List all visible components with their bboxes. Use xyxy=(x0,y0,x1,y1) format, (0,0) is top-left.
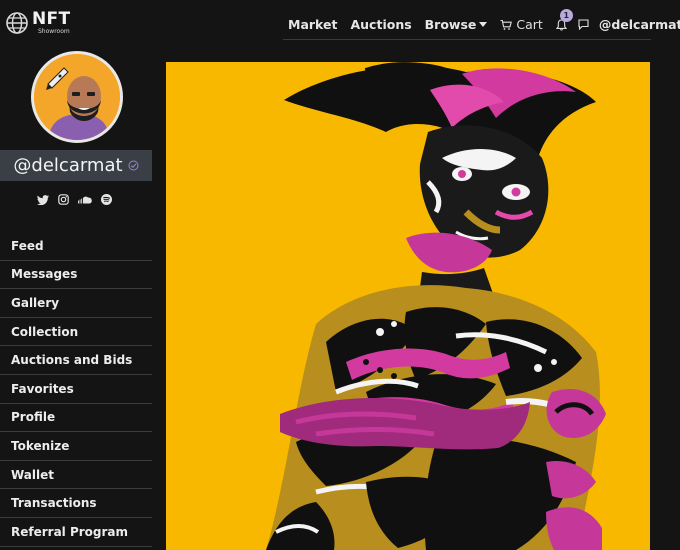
sidebar-menu: Feed Messages Gallery Collection Auction… xyxy=(0,232,152,547)
sidebar-item-tokenize[interactable]: Tokenize xyxy=(0,432,152,461)
user-menu-dropdown[interactable]: @delcarmat xyxy=(599,17,680,32)
brand-logo[interactable]: NFT Showroom xyxy=(6,11,70,35)
spotify-icon[interactable] xyxy=(101,194,112,205)
featured-artwork[interactable] xyxy=(166,62,650,550)
brand-title: NFT xyxy=(32,9,71,29)
notifications-button[interactable]: 1 xyxy=(555,8,573,31)
profile-username: @delcarmat xyxy=(13,155,123,176)
globe-logo-icon xyxy=(6,12,28,34)
instagram-icon[interactable] xyxy=(58,194,69,205)
chevron-down-icon xyxy=(479,22,488,27)
profile-username-bar: @delcarmat xyxy=(0,150,152,181)
nav-auctions-link[interactable]: Auctions xyxy=(350,17,411,32)
user-menu-label: @delcarmat xyxy=(598,17,680,32)
brand-subtitle: Showroom xyxy=(38,28,70,35)
soundcloud-icon[interactable] xyxy=(78,196,92,204)
sidebar-item-referral-program[interactable]: Referral Program xyxy=(0,518,152,547)
verified-check-icon xyxy=(128,160,139,171)
nav-browse-label: Browse xyxy=(424,17,477,32)
sidebar-item-transactions[interactable]: Transactions xyxy=(0,489,152,518)
nav-cart-link[interactable]: Cart xyxy=(500,17,543,32)
cart-icon xyxy=(500,19,513,30)
avatar-illustration xyxy=(34,54,120,140)
nav-cart-label: Cart xyxy=(516,17,543,32)
artwork-illustration xyxy=(166,62,650,550)
nav-market-link[interactable]: Market xyxy=(288,17,337,32)
sidebar-item-messages[interactable]: Messages xyxy=(0,261,152,290)
sidebar-item-favorites[interactable]: Favorites xyxy=(0,375,152,404)
sidebar-item-collection[interactable]: Collection xyxy=(0,318,152,347)
top-navigation: Market Auctions Browse Cart 1 @delcarmat xyxy=(283,8,680,40)
nav-browse-dropdown[interactable]: Browse xyxy=(425,17,488,32)
avatar[interactable] xyxy=(31,51,123,143)
chat-bubble-icon xyxy=(578,19,589,30)
sidebar-item-profile[interactable]: Profile xyxy=(0,404,152,433)
twitter-icon[interactable] xyxy=(37,194,49,205)
sidebar-item-auctions-and-bids[interactable]: Auctions and Bids xyxy=(0,346,152,375)
social-links xyxy=(37,194,112,205)
sidebar-item-feed[interactable]: Feed xyxy=(0,232,152,261)
sidebar-item-gallery[interactable]: Gallery xyxy=(0,289,152,318)
notification-count-badge: 1 xyxy=(559,8,573,22)
sidebar-item-wallet[interactable]: Wallet xyxy=(0,461,152,490)
messages-button[interactable] xyxy=(578,19,589,30)
